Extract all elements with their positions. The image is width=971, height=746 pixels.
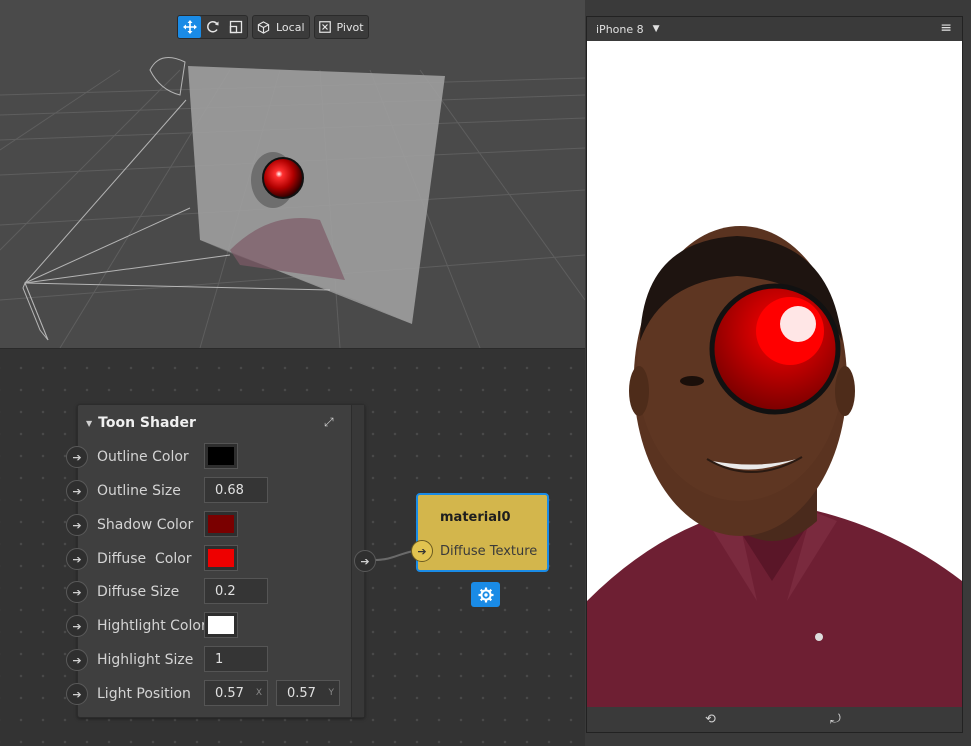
simulator-footer: ⟲ ⤾ <box>587 707 962 732</box>
local-label: Local <box>276 20 305 34</box>
axis-label-x: X <box>255 688 262 698</box>
field-value: 0.68 <box>215 483 244 498</box>
axis-label-y: Y <box>328 688 335 698</box>
input-port-arrow-icon[interactable]: ➔ <box>66 446 88 468</box>
field-value: 0.57 <box>287 686 316 701</box>
material-node[interactable]: material0 ➔ Diffuse Texture <box>411 493 549 572</box>
node-header[interactable]: ▼ Toon Shader <box>86 415 196 431</box>
input-port-arrow-icon[interactable]: ➔ <box>66 581 88 603</box>
pivot-toggle[interactable]: Pivot <box>313 15 369 39</box>
outline-size-field[interactable]: 0.68 <box>204 477 268 503</box>
local-toggle[interactable]: Local <box>252 15 310 39</box>
material-slot-label: Diffuse Texture <box>440 544 538 559</box>
outline-color-swatch[interactable] <box>204 443 238 469</box>
simulator-screen <box>587 41 962 707</box>
chevron-down-icon: ▼ <box>652 24 660 34</box>
prop-label: Outline Size <box>97 483 181 499</box>
color-fill <box>208 616 234 634</box>
pivot-icon <box>318 21 331 33</box>
diffuse-size-field[interactable]: 0.2 <box>204 578 268 604</box>
prop-label: Shadow Color <box>97 517 194 533</box>
transform-toolbar: Local Pivot <box>177 15 369 39</box>
field-value: 1 <box>215 652 224 667</box>
prop-light-position: ➔ Light Position 0.57 X 0.57 Y <box>66 680 364 708</box>
prop-diffuse-color: ➔ Diffuse Color <box>66 545 364 573</box>
simulator-header: iPhone 8 ▼ ≡ <box>587 17 962 41</box>
color-fill <box>208 447 234 465</box>
scale-icon <box>229 20 242 34</box>
input-port-arrow-icon[interactable]: ➔ <box>66 649 88 671</box>
prop-label: Light Position <box>97 686 191 702</box>
scene-viewport[interactable]: Local Pivot <box>0 0 585 349</box>
shadow-color-swatch[interactable] <box>204 511 238 537</box>
switch-camera-icon[interactable]: ⟲ <box>705 712 716 727</box>
rotate-device-icon[interactable]: ⤾ <box>830 712 841 727</box>
light-position-x-field[interactable]: 0.57 X <box>204 680 268 706</box>
diffuse-color-swatch[interactable] <box>204 545 238 571</box>
scene-render <box>0 57 585 348</box>
material-input-port-icon[interactable]: ➔ <box>411 540 433 562</box>
prop-highlight-size: ➔ Highlight Size 1 <box>66 646 364 674</box>
color-fill <box>208 549 234 567</box>
field-value: 0.57 <box>215 686 244 701</box>
transform-mode-group <box>177 15 248 39</box>
input-port-arrow-icon[interactable]: ➔ <box>66 548 88 570</box>
toon-shader-node[interactable]: ▼ Toon Shader ⤢ ➔ Outline Color ➔ Outlin… <box>66 404 365 718</box>
pivot-toggle-inner: Pivot <box>315 16 368 38</box>
field-value: 0.2 <box>215 584 236 599</box>
prop-outline-size: ➔ Outline Size 0.68 <box>66 477 364 505</box>
prop-label: Diffuse Size <box>97 584 180 600</box>
gear-icon <box>478 587 493 602</box>
material-title: material0 <box>440 510 511 525</box>
prop-label: Highlight Size <box>97 652 194 668</box>
move-arrows-icon <box>182 20 197 34</box>
input-port-arrow-icon[interactable]: ➔ <box>66 480 88 502</box>
hamburger-menu-icon[interactable]: ≡ <box>940 20 952 36</box>
device-select[interactable]: iPhone 8 ▼ <box>596 23 660 36</box>
cube-icon <box>257 20 270 34</box>
input-port-arrow-icon[interactable]: ➔ <box>66 514 88 536</box>
move-tool-button[interactable] <box>178 16 201 38</box>
prop-highlight-color: ➔ Hightlight Color <box>66 612 364 640</box>
local-toggle-inner: Local <box>253 16 309 38</box>
rotate-tool-button[interactable] <box>201 16 224 38</box>
scale-tool-button[interactable] <box>224 16 247 38</box>
highlight-size-field[interactable]: 1 <box>204 646 268 672</box>
settings-button[interactable] <box>471 582 500 607</box>
camera-preview-image <box>587 226 962 707</box>
prop-shadow-color: ➔ Shadow Color <box>66 511 364 539</box>
device-simulator: iPhone 8 ▼ ≡ ⟲ ⤾ <box>586 16 963 733</box>
device-name: iPhone 8 <box>596 22 644 36</box>
prop-label: Outline Color <box>97 449 189 465</box>
prop-outline-color: ➔ Outline Color <box>66 443 364 471</box>
output-port-arrow-icon[interactable]: ➔ <box>354 550 376 572</box>
prop-label: Diffuse Color <box>97 551 192 567</box>
node-title: Toon Shader <box>98 415 196 431</box>
pivot-label: Pivot <box>336 20 364 34</box>
light-position-y-field[interactable]: 0.57 Y <box>276 680 340 706</box>
collapse-triangle-icon[interactable]: ▼ <box>86 419 92 428</box>
rotate-icon <box>206 21 218 33</box>
prop-diffuse-size: ➔ Diffuse Size 0.2 <box>66 578 364 606</box>
prop-label: Hightlight Color <box>97 618 207 634</box>
color-fill <box>208 515 234 533</box>
input-port-arrow-icon[interactable]: ➔ <box>66 683 88 705</box>
expand-icon[interactable]: ⤢ <box>324 415 334 430</box>
input-port-arrow-icon[interactable]: ➔ <box>66 615 88 637</box>
highlight-color-swatch[interactable] <box>204 612 238 638</box>
